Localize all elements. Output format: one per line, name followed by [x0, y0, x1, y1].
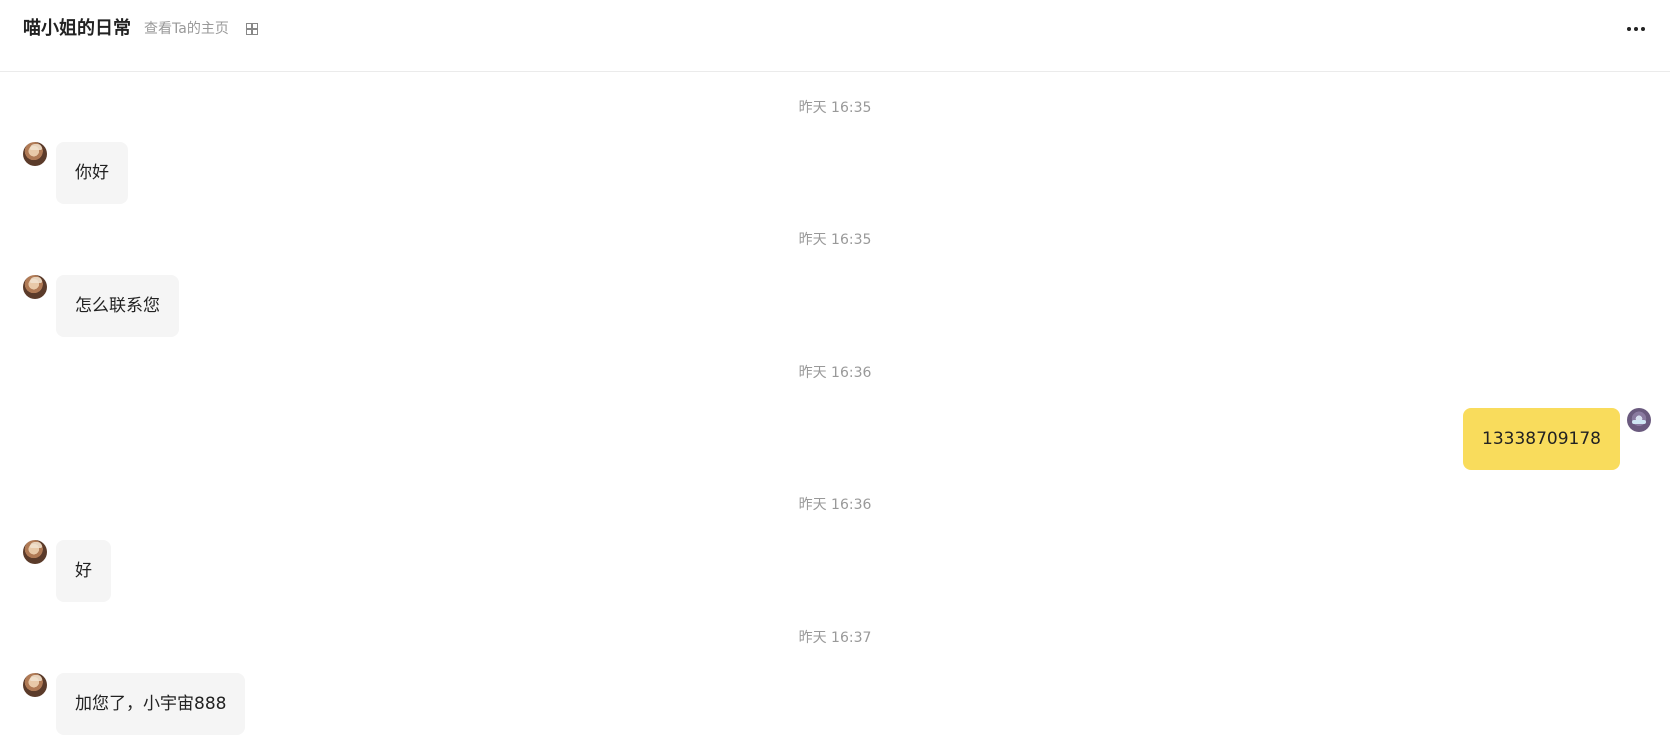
own-avatar[interactable]: [1627, 408, 1651, 432]
contact-avatar[interactable]: [23, 540, 47, 564]
more-options-icon[interactable]: [1623, 22, 1651, 36]
chat-title: 喵小姐的日常: [23, 18, 131, 39]
message-timestamp: 昨天 16:37: [798, 630, 872, 646]
contact-avatar[interactable]: [23, 275, 47, 299]
received-message-bubble[interactable]: 加您了，小宇宙888: [56, 673, 246, 735]
qr-grid-icon[interactable]: [246, 23, 258, 35]
message-timestamp: 昨天 16:36: [798, 365, 872, 381]
message-timestamp: 昨天 16:35: [798, 232, 872, 248]
contact-avatar[interactable]: [23, 142, 47, 166]
sent-message-bubble[interactable]: 13338709178: [1463, 408, 1620, 470]
contact-avatar[interactable]: [23, 673, 47, 697]
received-message-bubble[interactable]: 你好: [56, 142, 128, 204]
message-timestamp: 昨天 16:35: [798, 100, 872, 116]
chat-header: 喵小姐的日常 查看Ta的主页: [0, 0, 1670, 72]
view-profile-link[interactable]: 查看Ta的主页: [144, 19, 229, 39]
received-message-bubble[interactable]: 怎么联系您: [56, 275, 179, 337]
message-timestamp: 昨天 16:36: [798, 497, 872, 513]
received-message-bubble[interactable]: 好: [56, 540, 111, 602]
